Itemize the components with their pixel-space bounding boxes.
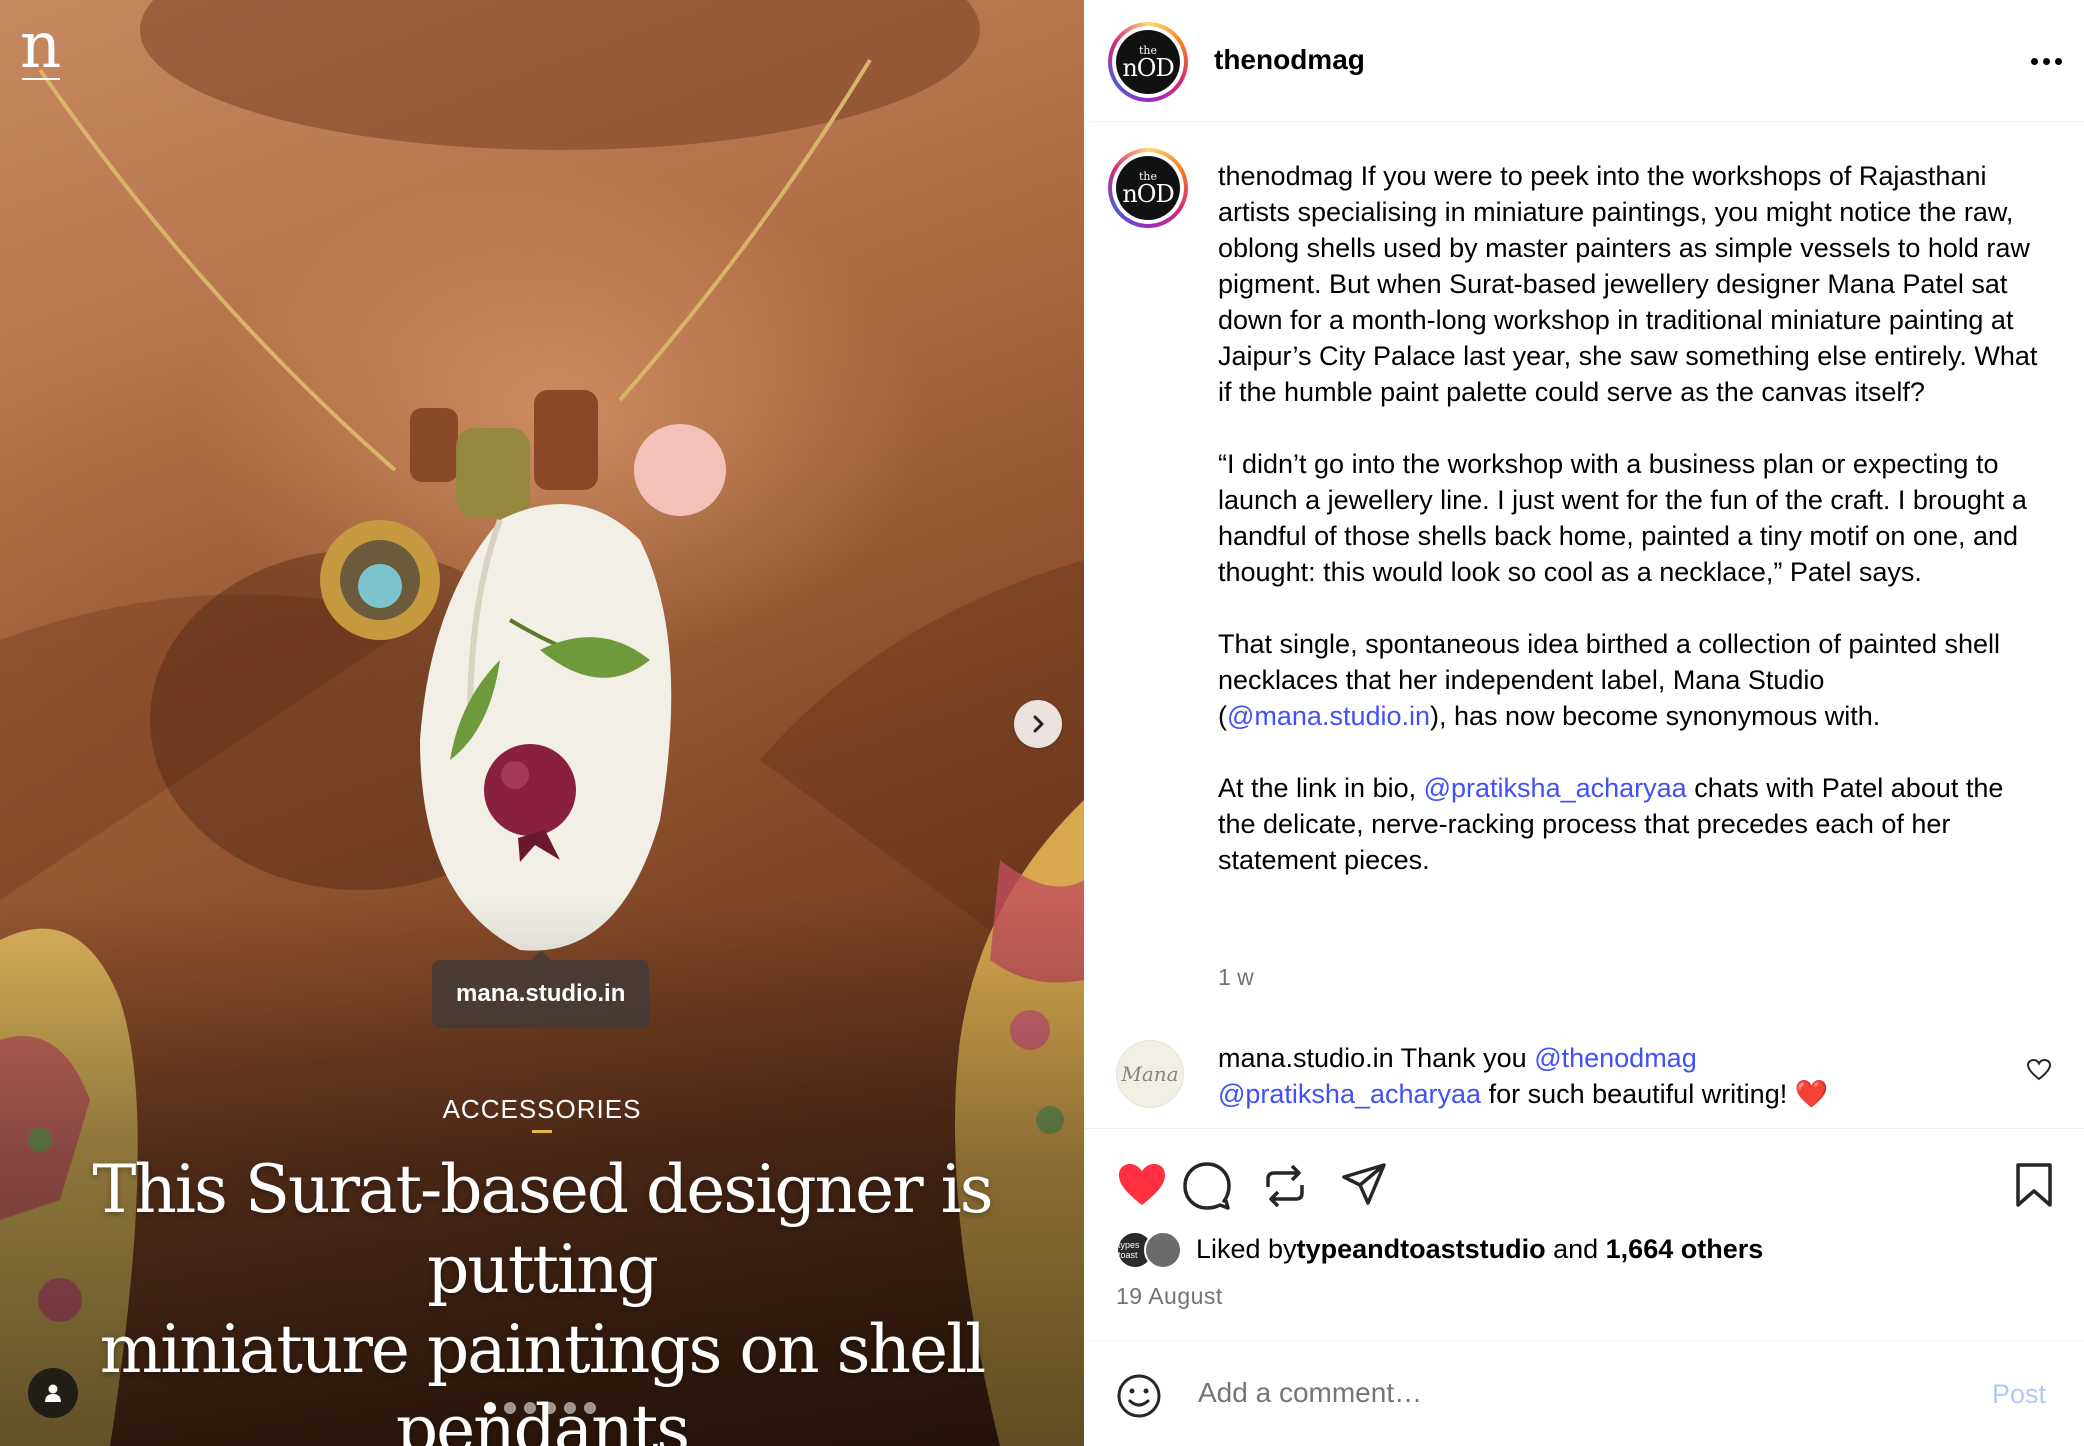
post-header: the nOD thenodmag — [1084, 0, 2084, 122]
comment-text: mana.studio.in Thank you @thenodmag @pra… — [1218, 1043, 1829, 1109]
more-options-button[interactable] — [2026, 46, 2066, 76]
caption-paragraph-3: That single, spontaneous idea birthed a … — [1218, 629, 2001, 731]
commenter-username[interactable]: mana.studio.in — [1218, 1043, 1394, 1073]
caption-text: If you were to peek into the workshops o… — [1218, 161, 2038, 407]
caption-username[interactable]: thenodmag — [1218, 161, 1353, 191]
carousel-dot — [524, 1402, 536, 1414]
chevron-right-icon — [1033, 715, 1044, 733]
author-avatar[interactable]: the nOD — [1108, 22, 1188, 102]
caption-author-avatar[interactable]: the nOD — [1108, 148, 1188, 228]
article-category: ACCESSORIES — [442, 1094, 642, 1124]
share-icon[interactable] — [1340, 1161, 1388, 1209]
product-tag[interactable]: mana.studio.in — [432, 950, 650, 1028]
repost-icon[interactable] — [1262, 1161, 1308, 1211]
comment-input[interactable] — [1198, 1377, 1898, 1409]
carousel-dot — [504, 1402, 516, 1414]
mention-link[interactable]: @pratiksha_acharyaa — [1424, 773, 1687, 803]
post-comment-button[interactable]: Post — [1992, 1379, 2046, 1410]
liker-avatar — [1144, 1231, 1182, 1269]
person-icon — [45, 1384, 61, 1402]
liker-avatars[interactable]: types toast — [1116, 1229, 1188, 1269]
carousel-dot — [544, 1402, 556, 1414]
post-details-panel: the nOD thenodmag the nOD thenodmag If y… — [1084, 0, 2084, 1446]
author-username[interactable]: thenodmag — [1214, 44, 1365, 76]
heart-emoji: ❤️ — [1794, 1079, 1829, 1109]
heart-filled-icon[interactable] — [1116, 1161, 1168, 1209]
carousel-dot — [564, 1402, 576, 1414]
likes-summary: types toast Liked by typeandtoaststudio … — [1116, 1229, 1763, 1269]
next-slide-button[interactable] — [1014, 700, 1062, 748]
carousel-dot — [584, 1402, 596, 1414]
mention-link[interactable]: @pratiksha_acharyaa — [1218, 1079, 1481, 1109]
tagged-users-button[interactable] — [28, 1368, 78, 1418]
smiley-icon[interactable] — [1116, 1373, 1162, 1419]
post-caption: thenodmag If you were to peek into the w… — [1218, 158, 2048, 878]
avatar-main-text: nOD — [1122, 53, 1174, 82]
liker-username[interactable]: typeandtoaststudio — [1297, 1234, 1546, 1265]
add-comment-bar: Post — [1084, 1340, 2084, 1446]
carousel-dot — [484, 1402, 496, 1414]
commenter-avatar[interactable]: Mana — [1116, 1040, 1184, 1108]
mention-link[interactable]: @mana.studio.in — [1227, 701, 1430, 731]
headline-line-2: miniature paintings on shell pendants — [99, 1311, 987, 1446]
caption-timestamp[interactable]: 1 w — [1218, 964, 1254, 991]
likes-count[interactable]: 1,664 others — [1606, 1234, 1764, 1265]
avatar-main-text: nOD — [1122, 179, 1174, 208]
post-media[interactable]: n mana.studio.in ACCESSORIES This Surat-… — [0, 0, 1084, 1446]
post-date[interactable]: 19 August — [1116, 1283, 1223, 1310]
headline-line-1: This Surat-based designer is putting — [92, 1151, 993, 1308]
comment-icon[interactable] — [1182, 1161, 1232, 1211]
likes-prefix: Liked by — [1196, 1233, 1297, 1264]
more-horizontal-icon — [2030, 57, 2038, 65]
caption-paragraph-1: thenodmag If you were to peek into the w… — [1218, 158, 2048, 410]
category-rule — [532, 1130, 552, 1133]
post-actions: types toast Liked by typeandtoaststudio … — [1084, 1128, 2084, 1368]
bookmark-icon[interactable] — [2014, 1161, 2054, 1209]
caption-paragraph-2: “I didn’t go into the workshop with a bu… — [1218, 449, 2027, 587]
caption-paragraph-4: At the link in bio, @pratiksha_acharyaa … — [1218, 773, 2004, 875]
mention-link[interactable]: @thenodmag — [1534, 1043, 1697, 1073]
heart-outline-icon[interactable] — [2026, 1058, 2052, 1082]
carousel-indicator — [484, 1402, 596, 1414]
product-tag-label[interactable]: mana.studio.in — [432, 960, 650, 1028]
brand-logo: n — [20, 9, 62, 83]
comment-item: Mana mana.studio.in Thank you @thenodmag… — [1084, 1040, 2084, 1120]
